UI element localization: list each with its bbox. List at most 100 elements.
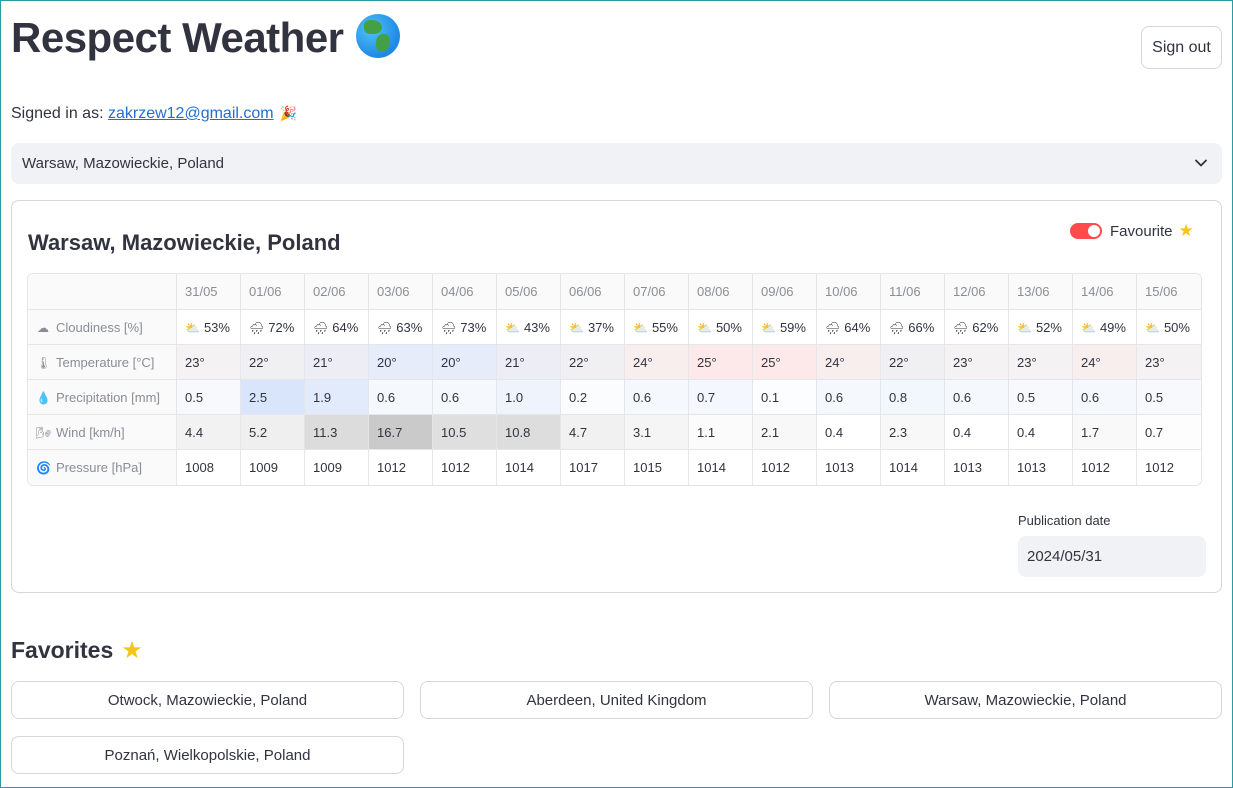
date-header-cell: 13/06 bbox=[1009, 274, 1073, 310]
forecast-cell: 1014 bbox=[497, 450, 561, 485]
forecast-cell: 22° bbox=[561, 345, 625, 380]
cell-value: 0.6 bbox=[633, 389, 652, 405]
forecast-cell: 1017 bbox=[561, 450, 625, 485]
cell-value: 0.5 bbox=[185, 389, 204, 405]
forecast-cell: 10.8 bbox=[497, 415, 561, 450]
cell-value: 64% bbox=[332, 319, 359, 335]
forecast-cell: 🌧 64% bbox=[305, 310, 369, 345]
forecast-cell: 0.7 bbox=[1137, 415, 1201, 450]
cell-value: 0.4 bbox=[1017, 424, 1036, 440]
location-select[interactable]: Warsaw, Mazowieckie, Poland bbox=[11, 143, 1222, 184]
cell-value: 23° bbox=[185, 354, 205, 370]
cell-value: 1013 bbox=[1017, 460, 1046, 475]
cell-value: 21° bbox=[505, 354, 525, 370]
date-header-cell: 11/06 bbox=[881, 274, 945, 310]
forecast-cell: 23° bbox=[1009, 345, 1073, 380]
forecast-cell: ⛅ 53% bbox=[177, 310, 241, 345]
globe-icon bbox=[355, 14, 400, 58]
cell-value: 63% bbox=[396, 319, 423, 335]
sun-behind-cloud-icon: ⛅ bbox=[505, 320, 520, 335]
cell-value: 22° bbox=[889, 354, 909, 370]
cell-value: 1015 bbox=[633, 460, 662, 475]
publication-date-label: Publication date bbox=[1018, 513, 1111, 528]
cell-value: 43% bbox=[523, 319, 550, 335]
row-label-text: Precipitation [mm] bbox=[56, 389, 161, 405]
forecast-cell: 0.6 bbox=[433, 380, 497, 415]
publication-date-field[interactable]: 2024/05/31 bbox=[1018, 536, 1206, 577]
forecast-cell: 1014 bbox=[881, 450, 945, 485]
forecast-cell: 2.1 bbox=[753, 415, 817, 450]
forecast-cell: ⛅ 59% bbox=[753, 310, 817, 345]
forecast-cell: 0.4 bbox=[817, 415, 881, 450]
cell-value: 10.5 bbox=[441, 424, 467, 440]
cell-value: 1014 bbox=[697, 460, 726, 475]
cell-value: 1009 bbox=[249, 460, 278, 475]
forecast-cell: 22° bbox=[881, 345, 945, 380]
sun-behind-cloud-icon: ⛅ bbox=[185, 320, 200, 335]
forecast-cell: 4.4 bbox=[177, 415, 241, 450]
cell-value: 11.3 bbox=[313, 424, 338, 440]
favorites-heading: Favorites ★ bbox=[11, 637, 143, 664]
forecast-cell: ⛅ 37% bbox=[561, 310, 625, 345]
sun-behind-cloud-icon: ⛅ bbox=[1017, 320, 1032, 335]
cell-value: 0.6 bbox=[377, 389, 396, 405]
forecast-cell: 0.6 bbox=[945, 380, 1009, 415]
favorite-item-button[interactable]: Poznań, Wielkopolskie, Poland bbox=[11, 736, 404, 774]
cell-value: 0.5 bbox=[1145, 389, 1164, 405]
date-header-cell: 07/06 bbox=[625, 274, 689, 310]
cell-value: 52% bbox=[1035, 319, 1062, 335]
sun-behind-cloud-icon: ⛅ bbox=[633, 320, 648, 335]
forecast-cell: 22° bbox=[241, 345, 305, 380]
forecast-title: Warsaw, Mazowieckie, Poland bbox=[28, 230, 341, 255]
forecast-cell: 0.5 bbox=[1009, 380, 1073, 415]
favorite-item-button[interactable]: Otwock, Mazowieckie, Poland bbox=[11, 681, 404, 719]
forecast-cell: 1013 bbox=[945, 450, 1009, 485]
forecast-cell: 23° bbox=[177, 345, 241, 380]
forecast-cell: 1.1 bbox=[689, 415, 753, 450]
sun-behind-cloud-icon: ⛅ bbox=[761, 320, 776, 335]
forecast-cell: 24° bbox=[625, 345, 689, 380]
date-header-cell: 15/06 bbox=[1137, 274, 1201, 310]
cyclone-icon: 🌀 bbox=[36, 461, 51, 475]
date-header-cell: 12/06 bbox=[945, 274, 1009, 310]
forecast-cell: 0.6 bbox=[817, 380, 881, 415]
forecast-row: ☁ Cloudiness [%] ⛅ 53% 🌧 72% 🌧 64% 🌧 63% 🌧 73% ⛅ 43% ⛅… bbox=[28, 310, 1201, 345]
forecast-cell: 25° bbox=[753, 345, 817, 380]
forecast-cell: 3.1 bbox=[625, 415, 689, 450]
date-header-cell: 08/06 bbox=[689, 274, 753, 310]
user-email-link[interactable]: zakrzew12@gmail.com bbox=[108, 105, 274, 122]
cell-value: 0.6 bbox=[825, 389, 844, 405]
cell-value: 1013 bbox=[825, 460, 854, 475]
cell-value: 1013 bbox=[953, 460, 982, 475]
location-select-value: Warsaw, Mazowieckie, Poland bbox=[22, 155, 225, 172]
corner-cell bbox=[28, 274, 177, 310]
forecast-cell: 2.3 bbox=[881, 415, 945, 450]
cell-value: 0.1 bbox=[761, 389, 780, 405]
cell-value: 1008 bbox=[185, 460, 214, 475]
forecast-row: 🌡 Temperature [°C] 23° 22° 21° 20° 20° 21° 22° 24… bbox=[28, 345, 1201, 380]
cell-value: 0.4 bbox=[825, 424, 844, 440]
cell-value: 4.7 bbox=[569, 424, 588, 440]
rain-cloud-icon: 🌧 bbox=[825, 320, 841, 335]
star-icon: ★ bbox=[121, 637, 143, 664]
favorite-item-button[interactable]: Warsaw, Mazowieckie, Poland bbox=[829, 681, 1222, 719]
forecast-cell: 1013 bbox=[1009, 450, 1073, 485]
wind-icon: 🌬 bbox=[36, 425, 52, 440]
forecast-cell: 1009 bbox=[305, 450, 369, 485]
cell-value: 0.6 bbox=[1081, 389, 1100, 405]
cell-value: 66% bbox=[908, 319, 935, 335]
forecast-cell: 1.9 bbox=[305, 380, 369, 415]
forecast-cell: 1012 bbox=[433, 450, 497, 485]
favourite-toggle[interactable]: Favourite ★ bbox=[1070, 221, 1194, 241]
sign-out-button[interactable]: Sign out bbox=[1141, 26, 1222, 69]
forecast-cell: 1015 bbox=[625, 450, 689, 485]
favorite-item-button[interactable]: Aberdeen, United Kingdom bbox=[420, 681, 813, 719]
cell-value: 0.8 bbox=[889, 389, 908, 405]
signed-in-line: Signed in as: zakrzew12@gmail.com 🎉 bbox=[11, 105, 297, 123]
favourite-switch[interactable] bbox=[1070, 223, 1102, 239]
rain-cloud-icon: 🌧 bbox=[377, 320, 393, 335]
forecast-cell: 0.6 bbox=[625, 380, 689, 415]
forecast-cell: 16.7 bbox=[369, 415, 433, 450]
forecast-cell: 1013 bbox=[817, 450, 881, 485]
rain-cloud-icon: 🌧 bbox=[889, 320, 905, 335]
